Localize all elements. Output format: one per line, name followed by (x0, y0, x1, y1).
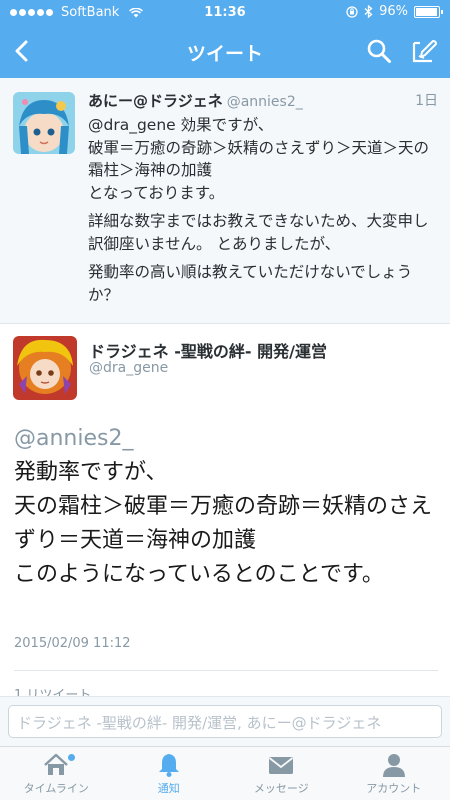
tab-label: 通知 (157, 782, 180, 795)
tab-timeline[interactable]: タイムライン (0, 747, 113, 800)
tweet-line: 詳細な数字まではお教えできないため、大変申し訳御座いません。 とありましたが、 (88, 212, 429, 253)
tab-label: タイムライン (23, 782, 89, 795)
parent-tweet[interactable]: あにー@ドラジェネ @annies2_ 1日 @dra_gene 効果ですが、 破… (0, 78, 450, 324)
tab-bar: タイムライン 通知 メッセージ アカウント (0, 746, 450, 800)
author-name[interactable]: ドラジェネ -聖戦の絆- 開発/運営 (89, 338, 327, 362)
home-icon (44, 753, 69, 775)
app-header: SoftBank 11:36 96% ツイート (0, 0, 450, 78)
author-handle[interactable]: @annies2_ (227, 94, 303, 110)
battery-percent: 96% (379, 4, 408, 19)
tweet-line: 天の霜柱＞破軍＝万癒の奇跡＝妖精のさえずり＝天道＝海神の加護 (14, 494, 433, 553)
status-right: 96% (346, 4, 443, 19)
parent-author-row: あにー@ドラジェネ @annies2_ 1日 (88, 90, 438, 111)
nav-bar: ツイート (0, 26, 450, 78)
tweet-line: 破軍＝万癒の奇跡＞妖精のさえずり＞天道＞天の霜柱＞海神の加護 (88, 138, 430, 180)
rotation-lock-icon (346, 5, 358, 18)
tweet-line: 発動率ですが、 (14, 460, 168, 485)
author-name[interactable]: あにー@ドラジェネ (88, 92, 223, 110)
unread-badge (68, 754, 76, 761)
tweet-age: 1日 (415, 93, 438, 109)
main-tweet-author[interactable]: ドラジェネ -聖戦の絆- 開発/運営 @dra_gene (0, 324, 450, 404)
parent-tweet-text: @dra_gene 効果ですが、 破軍＝万癒の奇跡＞妖精のさえずり＞天道＞天の霜… (88, 114, 438, 306)
tab-label: メッセージ (253, 782, 309, 795)
avatar[interactable] (13, 336, 77, 400)
status-bar: SoftBank 11:36 96% (0, 0, 450, 26)
account-avatar-image (13, 336, 77, 400)
tab-account[interactable]: アカウント (338, 747, 450, 800)
divider (14, 670, 438, 671)
reply-bar: ドラジェネ -聖戦の絆- 開発/運営, あにー@ドラジェネ (0, 696, 450, 746)
battery-icon (414, 5, 443, 18)
user-avatar-image (13, 92, 75, 154)
compose-icon[interactable] (410, 37, 438, 65)
tweet-line: @dra_gene 効果ですが、 (88, 116, 274, 134)
mention-link[interactable]: @annies2_ (14, 422, 438, 456)
person-icon (382, 754, 405, 777)
bell-icon (158, 754, 179, 777)
tweet-line: 発動率の高い順は教えていただけないでしょうか？ (88, 263, 413, 304)
tab-notifications[interactable]: 通知 (113, 747, 226, 800)
search-icon[interactable] (366, 38, 392, 64)
reply-input[interactable]: ドラジェネ -聖戦の絆- 開発/運営, あにー@ドラジェネ (8, 705, 442, 738)
envelope-icon (269, 757, 294, 774)
main-tweet-text: @annies2_ 発動率ですが、 天の霜柱＞破軍＝万癒の奇跡＝妖精のさえずり＝… (14, 422, 438, 592)
tweet-line: となっております。 (88, 183, 225, 202)
author-handle[interactable]: @dra_gene (89, 360, 168, 376)
bluetooth-icon (364, 5, 373, 18)
tab-messages[interactable]: メッセージ (225, 747, 338, 800)
avatar[interactable] (13, 92, 75, 154)
tweet-line: このようになっているとのことです。 (14, 562, 384, 587)
tweet-timestamp: 2015/02/09 11:12 (14, 636, 131, 651)
tab-label: アカウント (366, 782, 422, 795)
